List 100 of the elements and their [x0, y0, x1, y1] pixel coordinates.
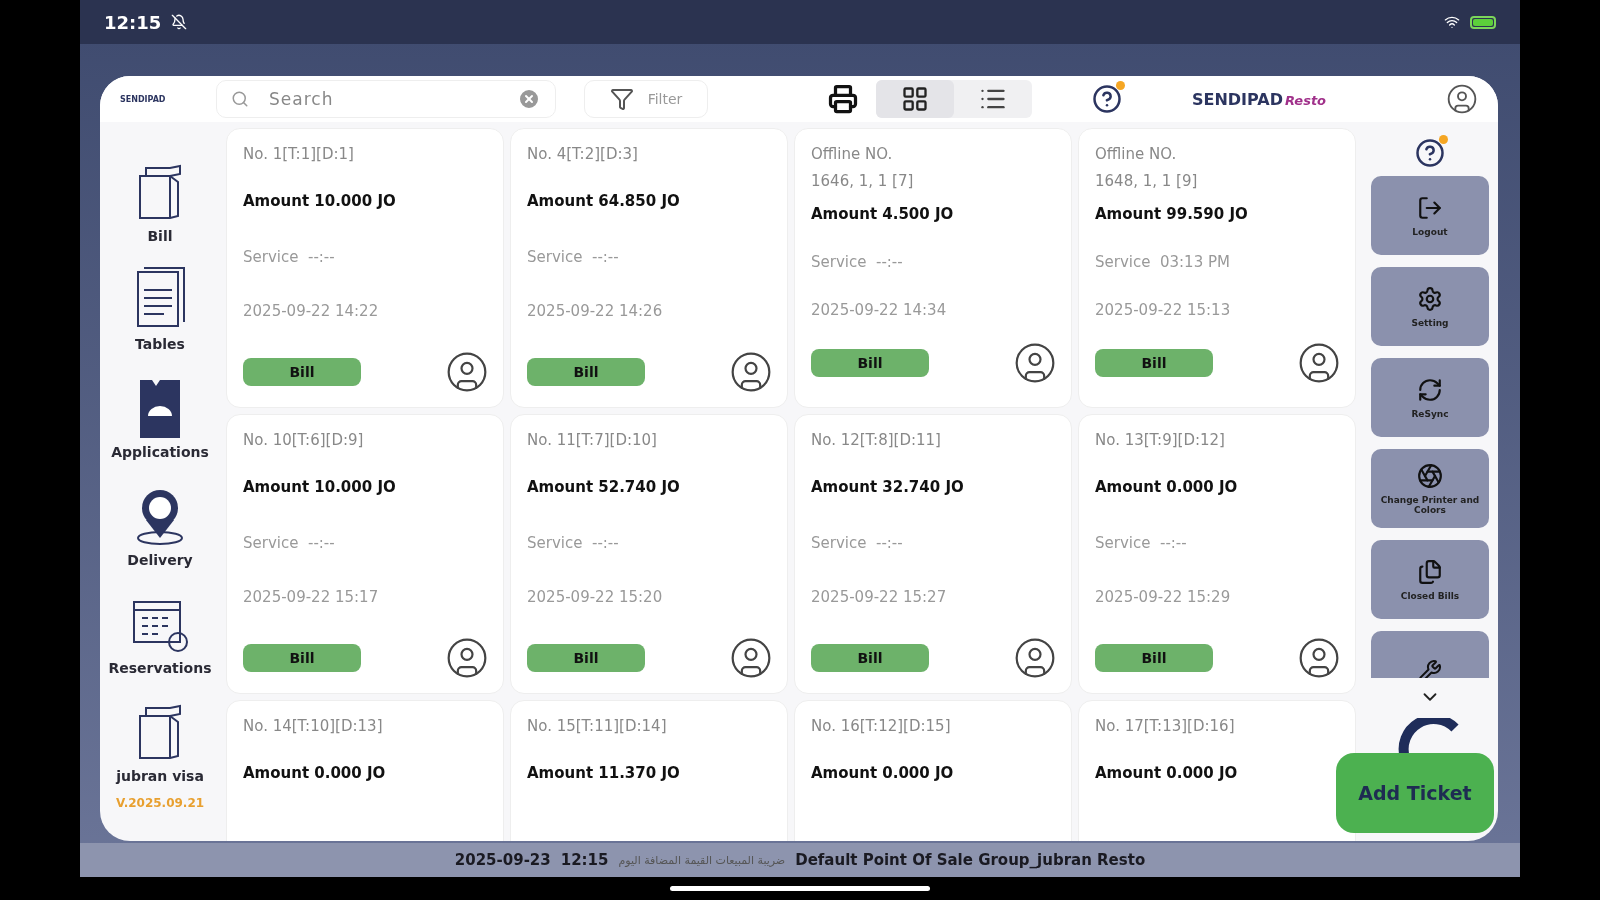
- service-time: Service --:--: [243, 534, 336, 552]
- settings-icon: [1417, 285, 1443, 312]
- ticket-amount: Amount 0.000 JO: [1095, 478, 1239, 496]
- ticket-card[interactable]: No. 12[T:8][D:11] Amount 32.740 JO Service --:-- 2025-09-22 15:27 Bill: [794, 414, 1072, 694]
- bill-button[interactable]: Bill: [243, 358, 361, 386]
- ticket-amount: Amount 99.590 JO: [1095, 205, 1249, 223]
- bill-button[interactable]: Bill: [243, 644, 361, 672]
- ticket-amount: Amount 0.000 JO: [243, 764, 387, 782]
- ticket-amount: Amount 11.370 JO: [527, 764, 681, 782]
- battery-icon: [1470, 15, 1496, 29]
- grid-icon: [900, 85, 929, 113]
- search-field[interactable]: Search: [216, 80, 556, 118]
- ticket-date: 2025-09-22 15:27: [811, 588, 948, 606]
- logout-icon: [1417, 194, 1443, 221]
- service-time: Service --:--: [1095, 534, 1188, 552]
- ticket-card[interactable]: No. 14[T:10][D:13] Amount 0.000 JO: [226, 700, 504, 841]
- clock-time: 12:15: [104, 11, 162, 33]
- service-time: Service --:--: [811, 534, 904, 552]
- ticket-amount: Amount 52.740 JO: [527, 478, 681, 496]
- action-button[interactable]: Change Printer and Colors: [1371, 449, 1489, 528]
- user-icon[interactable]: [1013, 341, 1057, 385]
- aperture-icon: [1417, 462, 1443, 489]
- ticket-title: No. 14[T:10][D:13]: [243, 716, 384, 737]
- ticket-title: Offline NO. 1646, 1, 1 [7]: [811, 144, 915, 192]
- bill-button[interactable]: Bill: [527, 358, 645, 386]
- service-time: Service --:--: [527, 248, 620, 266]
- ticket-date: 2025-09-22 14:26: [527, 302, 664, 320]
- ticket-card[interactable]: No. 11[T:7][D:10] Amount 52.740 JO Service --:-- 2025-09-22 15:20 Bill: [510, 414, 788, 694]
- service-time: Service --:--: [527, 534, 620, 552]
- wrench-icon: [1418, 658, 1442, 678]
- ticket-date: 2025-09-22 15:17: [243, 588, 380, 606]
- bill-button[interactable]: Bill: [1095, 349, 1213, 377]
- printer-icon[interactable]: [827, 84, 858, 114]
- service-time: Service 03:13 PM: [1095, 253, 1231, 271]
- ticket-card[interactable]: No. 17[T:13][D:16] Amount 0.000 JO: [1078, 700, 1356, 841]
- ticket-card[interactable]: No. 1[T:1][D:1] Amount 10.000 JO Service --:-- 2025-09-22 14:22 Bill: [226, 128, 504, 408]
- pos-group-text: Default Point Of Sale Group_jubran Resto: [795, 851, 1146, 869]
- search-input[interactable]: Search: [267, 88, 499, 110]
- ticket-title: No. 13[T:9][D:12]: [1095, 430, 1226, 451]
- service-time: Service --:--: [243, 248, 336, 266]
- user-icon[interactable]: [1013, 636, 1057, 680]
- action-button[interactable]: Setting: [1371, 267, 1489, 346]
- ticket-title: No. 12[T:8][D:11]: [811, 430, 942, 451]
- user-icon[interactable]: [1297, 636, 1341, 680]
- ticket-amount: Amount 10.000 JO: [243, 478, 397, 496]
- bill-button[interactable]: Bill: [1095, 644, 1213, 672]
- view-toggle-button[interactable]: [875, 80, 954, 118]
- clear-icon[interactable]: [517, 87, 541, 111]
- ticket-amount: Amount 4.500 JO: [811, 205, 955, 223]
- sidebar-item[interactable]: Reservations: [108, 578, 212, 676]
- bill-button[interactable]: Bill: [811, 644, 929, 672]
- help-icon[interactable]: [1091, 84, 1122, 114]
- ticket-title: No. 10[T:6][D:9]: [243, 430, 365, 451]
- user-icon[interactable]: [729, 350, 773, 394]
- search-icon: [231, 90, 249, 108]
- ticket-card[interactable]: Offline NO. 1646, 1, 1 [7] Amount 4.500 JO Service --:-- 2025-09-22 14:34 Bill: [794, 128, 1072, 408]
- sidebar-item[interactable]: Tables: [132, 254, 188, 352]
- ticket-title: No. 17[T:13][D:16]: [1095, 716, 1236, 737]
- sidebar-item[interactable]: Applications: [111, 362, 209, 460]
- user-icon[interactable]: [1297, 341, 1341, 385]
- action-button[interactable]: Logout: [1371, 176, 1489, 255]
- ticket-title: Offline NO. 1648, 1, 1 [9]: [1095, 144, 1199, 192]
- footer-time: 12:15: [560, 851, 609, 869]
- bill-button[interactable]: Bill: [811, 349, 929, 377]
- ticket-title: No. 16[T:12][D:15]: [811, 716, 952, 737]
- wifi-icon: [1444, 14, 1460, 30]
- user-icon[interactable]: [445, 636, 489, 680]
- ticket-date: 2025-09-22 15:13: [1095, 301, 1232, 319]
- app-logo: SENDIPAD: [120, 94, 167, 104]
- action-button[interactable]: ReSync: [1371, 358, 1489, 437]
- user-icon[interactable]: [445, 350, 489, 394]
- ticket-date: 2025-09-22 15:29: [1095, 588, 1232, 606]
- ticket-amount: Amount 10.000 JO: [243, 192, 397, 210]
- service-time: Service --:--: [811, 253, 904, 271]
- ticket-date: 2025-09-22 14:22: [243, 302, 380, 320]
- ticket-amount: Amount 32.740 JO: [811, 478, 965, 496]
- ticket-date: 2025-09-22 15:20: [527, 588, 664, 606]
- ticket-card[interactable]: No. 4[T:2][D:3] Amount 64.850 JO Service --:-- 2025-09-22 14:26 Bill: [510, 128, 788, 408]
- ticket-card[interactable]: No. 15[T:11][D:14] Amount 11.370 JO: [510, 700, 788, 841]
- help-icon[interactable]: [1415, 138, 1445, 168]
- ticket-card[interactable]: Offline NO. 1648, 1, 1 [9] Amount 99.590 JO Service 03:13 PM 2025-09-22 15:13 Bill: [1078, 128, 1356, 408]
- brand-logo: SENDIPADResto: [1191, 89, 1327, 109]
- ticket-card[interactable]: No. 10[T:6][D:9] Amount 10.000 JO Service --:-- 2025-09-22 15:17 Bill: [226, 414, 504, 694]
- sidebar-item[interactable]: jubran visa: [116, 686, 204, 784]
- bill-button[interactable]: Bill: [527, 644, 645, 672]
- ticket-title: No. 4[T:2][D:3]: [527, 144, 639, 165]
- footer-note: ضريبة المبيعات القيمة المضافة اليوم: [618, 853, 786, 867]
- ticket-amount: Amount 0.000 JO: [811, 764, 955, 782]
- add-ticket-button[interactable]: Add Ticket: [1336, 753, 1494, 833]
- sidebar-item[interactable]: Bill: [132, 146, 188, 244]
- ticket-card[interactable]: No. 13[T:9][D:12] Amount 0.000 JO Service --:-- 2025-09-22 15:29 Bill: [1078, 414, 1356, 694]
- sidebar-item[interactable]: Delivery: [127, 470, 193, 568]
- profile-icon[interactable]: [1446, 83, 1478, 115]
- ticket-date: 2025-09-22 14:34: [811, 301, 948, 319]
- ticket-amount: Amount 0.000 JO: [1095, 764, 1239, 782]
- ticket-card[interactable]: No. 16[T:12][D:15] Amount 0.000 JO: [794, 700, 1072, 841]
- footer-date: 2025-09-23: [454, 851, 551, 869]
- filter-icon: [609, 87, 634, 111]
- user-icon[interactable]: [729, 636, 773, 680]
- action-button[interactable]: Closed Bills: [1371, 540, 1489, 619]
